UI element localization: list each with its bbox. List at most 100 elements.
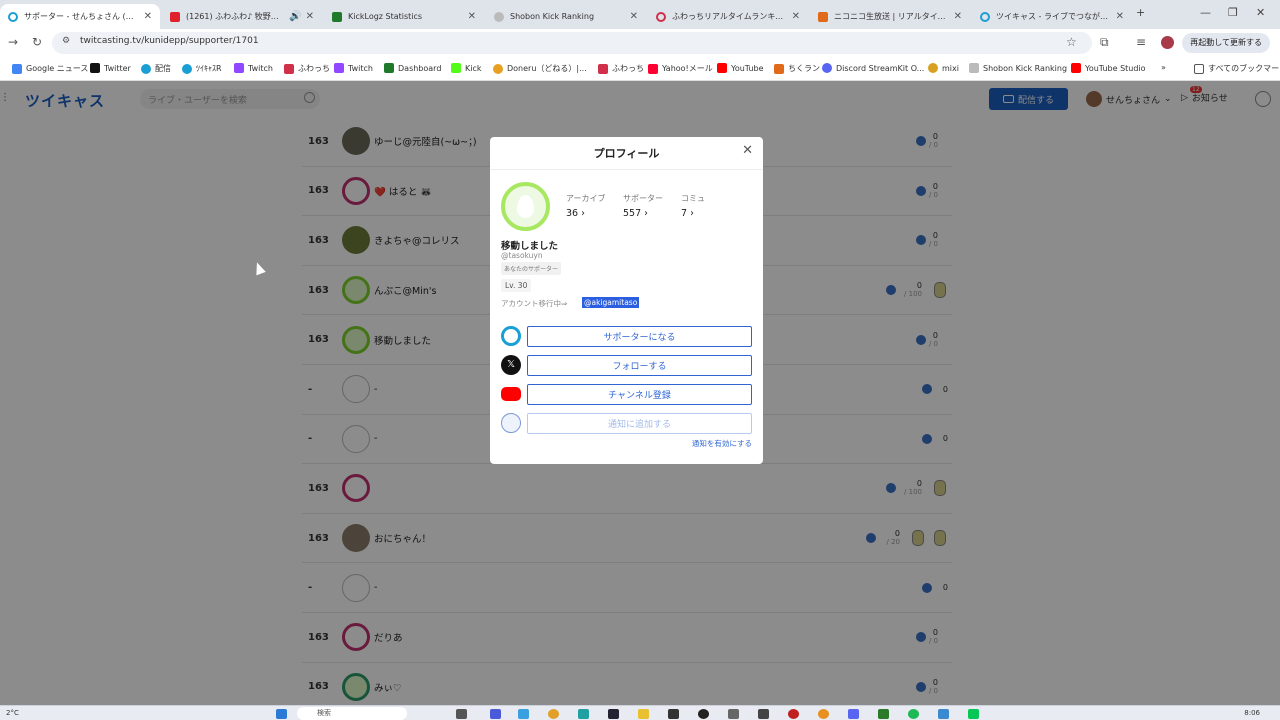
close-icon[interactable]: ✕ (144, 11, 152, 22)
add-notification-button[interactable]: 通知に追加する (527, 413, 752, 434)
app-icon[interactable] (758, 709, 769, 719)
restore-icon[interactable]: ❐ (1228, 6, 1238, 19)
twitcasting-icon (501, 326, 521, 346)
task-view-icon[interactable] (456, 709, 467, 719)
bookmark-item[interactable]: ちくラン (774, 63, 820, 74)
all-bookmarks-button[interactable]: すべてのブックマーク (1194, 63, 1280, 74)
fuwatch-icon (284, 63, 294, 74)
app-icon[interactable] (878, 709, 889, 719)
bookmark-item[interactable]: Shobon Kick Ranking (969, 63, 1067, 73)
url-text[interactable]: twitcasting.tv/kunidepp/supporter/1701 (80, 36, 259, 46)
bookmark-star-icon[interactable]: ☆ (1066, 35, 1077, 49)
close-icon[interactable]: ✕ (1116, 11, 1124, 22)
youtube-icon (1071, 63, 1081, 73)
subscribe-channel-button[interactable]: チャンネル登録 (527, 384, 752, 405)
account-move-link[interactable]: @akigamitaso (582, 297, 640, 308)
windows-start-icon[interactable] (276, 709, 287, 719)
bookmark-label: YouTube Studio (1085, 63, 1146, 73)
bookmark-item[interactable]: Doneru（どねる）|... (493, 63, 587, 74)
restart-update-button[interactable]: 再起動して更新する (1182, 33, 1270, 53)
tab-fuwatch[interactable]: ふわっちリアルタイムランキング | 配信 ✕ (648, 4, 808, 29)
bookmark-item[interactable]: Yahoo!メール (648, 63, 713, 74)
record-icon[interactable] (788, 709, 799, 719)
app-icon[interactable] (698, 709, 709, 719)
reload-icon[interactable]: ↻ (32, 35, 42, 49)
doneru-icon (493, 63, 503, 74)
speaker-icon[interactable]: 🔊 (289, 11, 301, 22)
weather-widget[interactable]: 2°C (6, 709, 19, 717)
egg-icon (517, 195, 534, 218)
close-icon[interactable]: ✕ (306, 11, 314, 22)
enable-notifications-link[interactable]: 通知を有効にする (692, 438, 752, 449)
follow-button[interactable]: フォローする (527, 355, 752, 376)
tab-kicklogz[interactable]: KickLogz Statistics ✕ (324, 4, 484, 29)
discord-icon[interactable] (848, 709, 859, 719)
bookmark-label: すべてのブックマーク (1208, 64, 1280, 73)
extensions-icon[interactable]: ⧉ (1100, 35, 1109, 50)
app-icon[interactable] (668, 709, 679, 719)
teams-icon[interactable] (490, 709, 501, 719)
steam-icon[interactable] (608, 709, 619, 719)
bookmark-item[interactable]: ふわっち (598, 63, 644, 74)
media-control-icon[interactable]: ≡ (1136, 35, 1146, 49)
browser-profile-avatar[interactable] (1161, 36, 1174, 49)
twitch-icon (234, 63, 244, 73)
bookmark-item[interactable]: 配信 (141, 63, 171, 74)
niconico-icon (818, 11, 828, 22)
tab-twitcasting-supporter[interactable]: サポーター - せんちょさん (@kunidepp) ✕ (0, 4, 160, 29)
supporter-stat[interactable]: サポーター 557 › (623, 193, 663, 219)
close-icon[interactable]: ✕ (630, 11, 638, 22)
bookmark-item[interactable]: Twitch (234, 63, 273, 73)
spotify-icon[interactable] (908, 709, 919, 719)
bookmark-item[interactable]: Kick (451, 63, 482, 73)
bookmark-label: Twitch (248, 63, 273, 73)
bookmark-item[interactable]: Twitter (90, 63, 131, 73)
copilot-icon[interactable] (518, 709, 529, 719)
new-tab-button[interactable]: + (1136, 6, 1145, 19)
minimize-icon[interactable]: — (1200, 6, 1211, 19)
bookmark-item[interactable]: Discord StreamKit O... (822, 63, 924, 73)
line-icon[interactable] (968, 709, 979, 719)
app-icon[interactable] (728, 709, 739, 719)
forward-icon[interactable]: → (8, 35, 18, 49)
bookmark-label: Google ニュース (26, 64, 89, 73)
tab-youtube[interactable]: (1261) ふわふわ♪ 牧野由依 🔊 ✕ (162, 4, 322, 29)
bookmark-item[interactable]: mixi (928, 63, 959, 73)
address-bar: → ↻ ⚙ twitcasting.tv/kunidepp/supporter/… (0, 29, 1280, 57)
bookmarks-more-button[interactable]: » (1161, 63, 1166, 72)
bookmark-label: Shobon Kick Ranking (983, 63, 1068, 73)
archive-count: 36 › (566, 208, 585, 219)
app-icon[interactable] (818, 709, 829, 719)
youtube-icon (170, 11, 180, 22)
app-icon[interactable] (938, 709, 949, 719)
archive-stat[interactable]: アーカイブ 36 › (566, 193, 606, 219)
tab-twitcasting-home[interactable]: ツイキャス - ライブでつながるコミュニ ✕ (972, 4, 1132, 29)
chrome-icon[interactable] (548, 709, 559, 719)
become-supporter-button[interactable]: サポーターになる (527, 326, 752, 347)
close-icon[interactable]: ✕ (742, 143, 753, 158)
bookmark-item[interactable]: YouTube (717, 63, 764, 73)
bookmark-item[interactable]: Google ニュース (12, 63, 88, 74)
supporter-label: サポーター (623, 194, 663, 203)
taskbar-search[interactable]: 検索 (297, 707, 407, 720)
bookmark-item[interactable]: Dashboard (384, 63, 441, 73)
bookmark-item[interactable]: Twitch (334, 63, 373, 73)
close-icon[interactable]: ✕ (792, 11, 800, 22)
close-icon[interactable]: ✕ (954, 11, 962, 22)
close-window-icon[interactable]: ✕ (1256, 6, 1265, 19)
tab-label: ふわっちリアルタイムランキング | 配信 (672, 12, 788, 21)
edge-icon[interactable] (578, 709, 589, 719)
tab-niconico[interactable]: ニコニコ生放送 | リアルタイムランキ ✕ (810, 4, 970, 29)
bookmark-item[interactable]: YouTube Studio (1071, 63, 1146, 73)
tab-shobon[interactable]: Shobon Kick Ranking ✕ (486, 4, 646, 29)
bookmark-item[interactable]: ﾂｲｷｬｽR (182, 63, 222, 74)
clock[interactable]: 8:06 (1244, 709, 1260, 717)
site-settings-icon[interactable]: ⚙ (62, 36, 70, 46)
archive-label: アーカイブ (566, 194, 606, 203)
divider (490, 169, 763, 170)
bookmark-item[interactable]: ふわっち (284, 63, 330, 74)
community-stat[interactable]: コミュ 7 › (681, 193, 705, 219)
close-icon[interactable]: ✕ (468, 11, 476, 22)
modal-title: プロフィール (593, 147, 660, 160)
file-explorer-icon[interactable] (638, 709, 649, 719)
